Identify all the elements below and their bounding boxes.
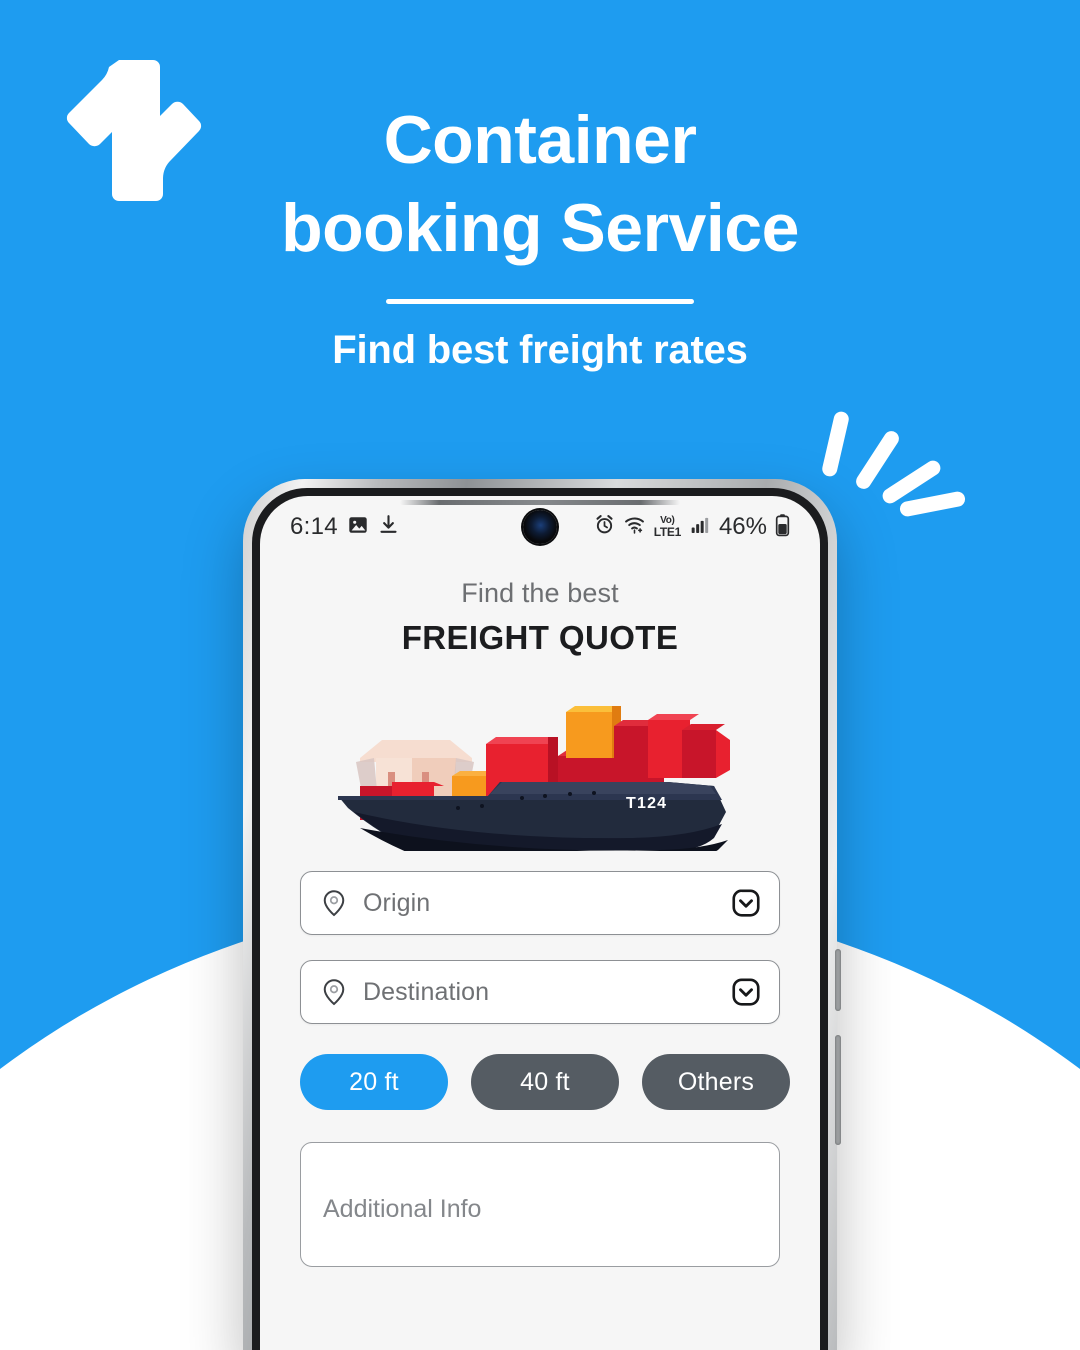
origin-field[interactable]: Origin (300, 871, 780, 935)
destination-field[interactable]: Destination (300, 960, 780, 1024)
headline-divider (386, 299, 694, 304)
chip-40ft[interactable]: 40 ft (471, 1054, 619, 1110)
chip-20ft-label: 20 ft (349, 1067, 399, 1096)
poster-headline: Container booking Service (0, 96, 1080, 272)
poster-subtitle: Find best freight rates (332, 328, 748, 372)
chip-20ft[interactable]: 20 ft (300, 1054, 448, 1110)
wifi-icon (623, 514, 646, 540)
battery-icon (775, 513, 790, 542)
app-eyebrow: Find the best (461, 578, 619, 608)
front-camera-icon (523, 510, 557, 544)
phone-volume-button[interactable] (835, 949, 841, 1011)
app-content: Find the best FREIGHT QUOTE T124 Origin … (260, 558, 820, 1267)
origin-placeholder: Origin (363, 888, 431, 917)
earpiece-speaker (400, 500, 680, 505)
chip-others[interactable]: Others (642, 1054, 790, 1110)
signal-bars-icon (689, 515, 711, 540)
headline-line-1: Container (383, 102, 697, 178)
container-size-chips: 20 ft 40 ft Others (300, 1054, 790, 1110)
phone-power-button[interactable] (835, 1035, 841, 1145)
poster-canvas: Container booking Service Find best frei… (0, 0, 1080, 1350)
download-icon (378, 514, 399, 540)
chevron-down-icon[interactable] (731, 977, 761, 1007)
additional-info-placeholder: Additional Info (323, 1195, 482, 1223)
volte-icon: Vo) LTE1 (653, 516, 682, 539)
map-pin-icon (319, 888, 349, 918)
status-bar-left: 6:14 (290, 513, 399, 541)
additional-info-input[interactable]: Additional Info (300, 1142, 780, 1267)
map-pin-icon (319, 977, 349, 1007)
app-title: FREIGHT QUOTE (401, 619, 679, 656)
chip-others-label: Others (677, 1067, 755, 1096)
container-ship-illustration: T124 (300, 683, 780, 853)
image-icon (347, 514, 369, 541)
destination-placeholder: Destination (363, 977, 490, 1006)
headline-line-2: booking Service (281, 190, 799, 266)
status-time: 6:14 (290, 513, 338, 540)
status-bar-right: Vo) LTE1 46% (594, 513, 790, 542)
chip-40ft-label: 40 ft (520, 1067, 570, 1096)
chevron-down-icon[interactable] (731, 888, 761, 918)
battery-percent: 46% (718, 513, 767, 540)
alarm-icon (594, 514, 615, 540)
phone-mockup: 6:14 Vo) LTE1 46% Find the best FREIGHT … (243, 479, 841, 1350)
volte-bottom-label: LTE1 (653, 525, 682, 539)
hull-marking: T124 (626, 795, 667, 812)
phone-screen: 6:14 Vo) LTE1 46% Find the best FREIGHT … (260, 496, 820, 1350)
